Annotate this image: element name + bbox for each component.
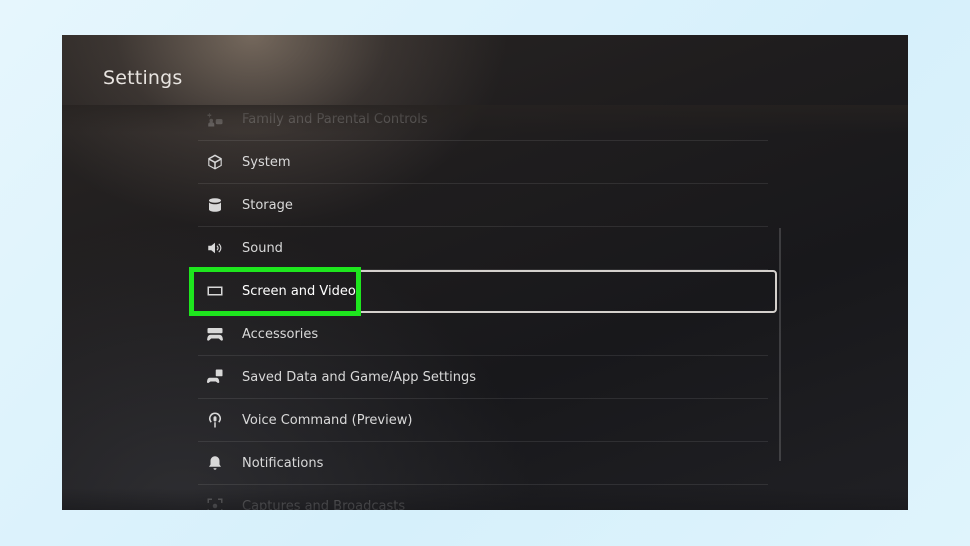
system-cube-icon — [204, 151, 226, 173]
menu-item-family-parental-controls[interactable]: Family and Parental Controls — [198, 98, 768, 141]
ps5-settings-screen: Settings Family and Parental Controls Sy… — [62, 35, 908, 510]
scrollbar[interactable] — [779, 228, 781, 461]
annotation-highlight-box — [189, 267, 361, 316]
menu-item-voice-command[interactable]: Voice Command (Preview) — [198, 399, 768, 442]
menu-item-label: Voice Command (Preview) — [242, 412, 413, 428]
menu-item-label: Sound — [242, 240, 283, 256]
accessories-icon — [204, 323, 226, 345]
menu-item-storage[interactable]: Storage — [198, 184, 768, 227]
menu-item-label: Family and Parental Controls — [242, 111, 428, 127]
menu-item-label: Notifications — [242, 455, 324, 471]
menu-item-label: Accessories — [242, 326, 319, 342]
bell-icon — [204, 452, 226, 474]
menu-item-label: Storage — [242, 197, 293, 213]
storage-drum-icon — [204, 194, 226, 216]
saved-data-icon — [204, 366, 226, 388]
menu-item-captures-broadcasts[interactable]: Captures and Broadcasts — [198, 485, 768, 510]
voice-command-icon — [204, 409, 226, 431]
page-title: Settings — [103, 67, 183, 89]
captures-icon — [204, 495, 226, 510]
menu-item-label: Captures and Broadcasts — [242, 498, 406, 511]
menu-item-accessories[interactable]: Accessories — [198, 313, 768, 356]
menu-item-label: Saved Data and Game/App Settings — [242, 369, 476, 385]
menu-item-saved-data-game-app-settings[interactable]: Saved Data and Game/App Settings — [198, 356, 768, 399]
menu-item-sound[interactable]: Sound — [198, 227, 768, 270]
speaker-icon — [204, 237, 226, 259]
menu-item-label: System — [242, 154, 291, 170]
family-icon — [204, 108, 226, 130]
menu-item-notifications[interactable]: Notifications — [198, 442, 768, 485]
menu-item-system[interactable]: System — [198, 141, 768, 184]
